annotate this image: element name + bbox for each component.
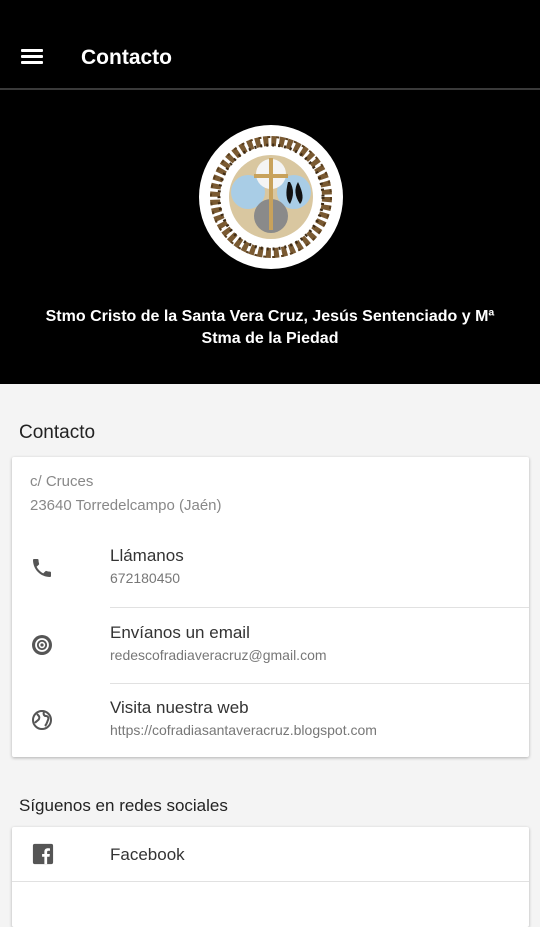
page-title: Contacto	[81, 46, 172, 69]
content-area: Contacto c/ Cruces 23640 Torredelcampo (…	[0, 384, 540, 927]
header-banner: Stmo Cristo de la Santa Vera Cruz, Jesús…	[0, 90, 540, 384]
app-bar: Contacto	[0, 0, 540, 90]
address-city: 23640 Torredelcampo (Jaén)	[30, 497, 222, 514]
contact-card: c/ Cruces 23640 Torredelcampo (Jaén) Llá…	[12, 457, 529, 757]
social-card: Facebook	[12, 827, 529, 927]
email-at-icon	[32, 635, 52, 655]
phone-number: 672180450	[110, 570, 181, 586]
email-label: Envíanos un email	[110, 623, 250, 642]
facebook-icon	[32, 843, 54, 865]
call-row[interactable]: Llámanos 672180450	[12, 530, 529, 605]
website-url: https://cofradiasantaveracruz.blogspot.c…	[110, 722, 377, 738]
brotherhood-crest-icon	[199, 125, 343, 269]
address-street: c/ Cruces	[30, 473, 94, 490]
social-heading: Síguenos en redes sociales	[19, 796, 228, 815]
globe-icon	[32, 710, 52, 730]
facebook-row[interactable]: Facebook	[12, 827, 529, 881]
web-label: Visita nuestra web	[110, 698, 249, 717]
divider	[12, 881, 529, 882]
brotherhood-name: Stmo Cristo de la Santa Vera Cruz, Jesús…	[45, 308, 495, 347]
menu-icon[interactable]	[21, 49, 43, 65]
contact-heading: Contacto	[19, 422, 96, 443]
facebook-label: Facebook	[110, 845, 185, 864]
call-label: Llámanos	[110, 546, 184, 565]
web-row[interactable]: Visita nuestra web https://cofradiasanta…	[12, 682, 529, 757]
email-address: redescofradiaveracruz@gmail.com	[110, 647, 327, 663]
email-row[interactable]: Envíanos un email redescofradiaveracruz@…	[12, 607, 529, 682]
phone-icon	[33, 559, 51, 577]
